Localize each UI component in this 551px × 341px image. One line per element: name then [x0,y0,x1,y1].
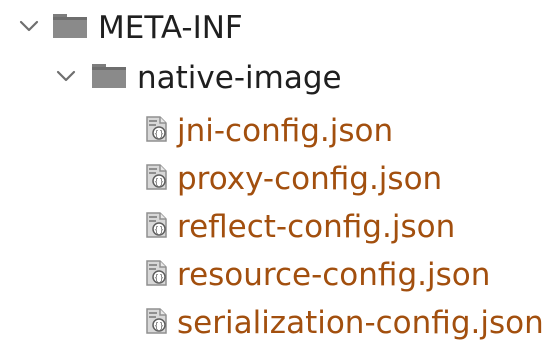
svg-text:{}: {} [154,177,164,186]
tree-file-label: jni-config.json [177,113,394,149]
tree-node-native-image[interactable]: native-image [0,56,551,96]
tree-file-proxy-config[interactable]: {} proxy-config.json [0,158,551,198]
tree-file-serialization-config[interactable]: {} serialization-config.json [0,302,551,341]
folder-icon [92,64,126,88]
json-file-icon: {} [146,260,167,286]
tree-file-resource-config[interactable]: {} resource-config.json [0,254,551,294]
svg-text:{}: {} [154,129,164,138]
json-file-icon: {} [146,116,167,142]
project-tree: META-INF native-image {} jni-config.json [0,0,551,341]
svg-text:{}: {} [154,273,164,282]
tree-node-meta-inf[interactable]: META-INF [0,6,551,46]
chevron-down-icon[interactable] [55,65,77,87]
svg-text:{}: {} [154,321,164,330]
tree-file-jni-config[interactable]: {} jni-config.json [0,110,551,150]
tree-file-label: serialization-config.json [177,305,544,341]
tree-node-label: native-image [137,60,342,96]
tree-file-label: proxy-config.json [177,161,443,197]
json-file-icon: {} [146,212,167,238]
tree-node-label: META-INF [98,10,243,46]
json-file-icon: {} [146,308,167,334]
tree-file-label: reflect-config.json [177,209,456,245]
json-file-icon: {} [146,164,167,190]
svg-text:{}: {} [154,225,164,234]
folder-icon [53,14,87,38]
tree-file-reflect-config[interactable]: {} reflect-config.json [0,206,551,246]
chevron-down-icon[interactable] [18,15,40,37]
tree-file-label: resource-config.json [177,257,491,293]
